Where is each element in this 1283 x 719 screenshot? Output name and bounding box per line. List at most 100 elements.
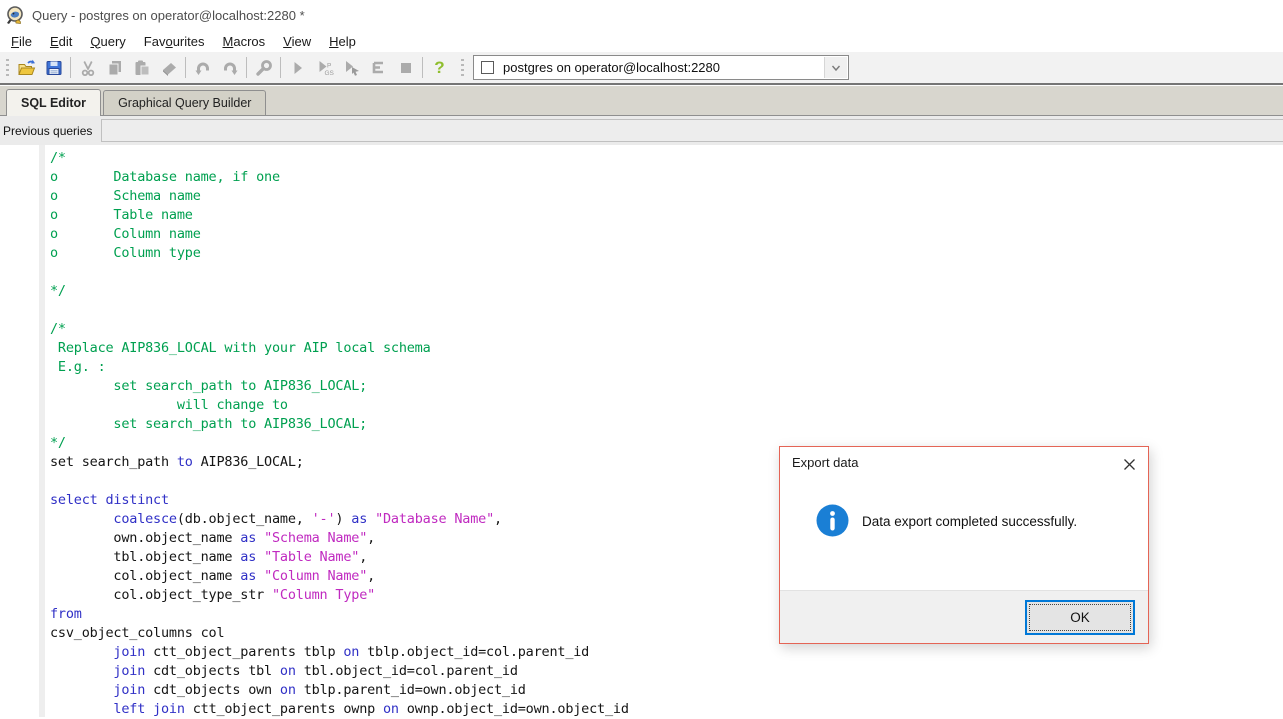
copy-icon [105,58,125,78]
code-line: select distinct [50,491,629,510]
connection-dropdown-button[interactable] [824,57,847,78]
menu-item-edit[interactable]: Edit [41,32,81,51]
code-line: set search_path to AIP836_LOCAL; [50,415,629,434]
menu-item-macros[interactable]: Macros [214,32,275,51]
cancel-query-button[interactable] [392,55,419,80]
menubar: FileEditQueryFavouritesMacrosViewHelp [0,30,1283,52]
toolbar-separator [246,57,247,78]
export-data-dialog: Export data Data export completed succes… [779,446,1149,644]
code-line: set search_path to AIP836_LOCAL; [50,377,629,396]
code-line: join cdt_objects tbl on tbl.object_id=co… [50,662,629,681]
copy-button[interactable] [101,55,128,80]
connection-checkbox-icon [481,61,494,74]
editor-margin [39,145,45,717]
clipboard-icon [132,58,152,78]
question-mark-icon: ? [434,59,444,76]
code-line: own.object_name as "Schema Name", [50,529,629,548]
play-pgs-icon: P GS [315,58,335,78]
undo-arrow-icon [193,58,213,78]
paste-button[interactable] [128,55,155,80]
code-line: /* [50,320,629,339]
menu-item-query[interactable]: Query [81,32,134,51]
magnifier-icon [254,58,274,78]
menu-item-file[interactable]: File [2,32,41,51]
previous-queries-label: Previous queries [0,124,101,138]
close-icon [1123,458,1136,471]
code-line: csv_object_columns col [50,624,629,643]
cut-button[interactable] [74,55,101,80]
help-button[interactable]: ? [426,55,453,80]
find-button[interactable] [250,55,277,80]
explain-query-button[interactable] [338,55,365,80]
code-line: */ [50,282,629,301]
dialog-footer: OK [780,590,1148,643]
code-line [50,472,629,491]
code-line: o Column type [50,244,629,263]
clear-window-button[interactable] [155,55,182,80]
pgadmin-app-icon [5,5,25,25]
tab-label: SQL Editor [21,96,86,110]
previous-queries-row: Previous queries [0,116,1283,146]
execute-pgscript-button[interactable]: P GS [311,55,338,80]
code-line: */ [50,434,629,453]
code-line: o Column name [50,225,629,244]
code-line: will change to [50,396,629,415]
toolbar-separator [70,57,71,78]
undo-button[interactable] [189,55,216,80]
toolbar-grip[interactable] [461,59,464,77]
svg-text:P: P [327,62,331,69]
code-line: col.object_name as "Column Name", [50,567,629,586]
menu-item-help[interactable]: Help [320,32,365,51]
window-titlebar: Query - postgres on operator@localhost:2… [0,0,1283,30]
code-line: Replace AIP836_LOCAL with your AIP local… [50,339,629,358]
save-button[interactable] [40,55,67,80]
ok-button[interactable]: OK [1025,600,1135,635]
tab-sql-editor[interactable]: SQL Editor [6,89,101,116]
redo-arrow-icon [220,58,240,78]
connection-value: postgres on operator@localhost:2280 [503,60,720,75]
open-file-button[interactable] [13,55,40,80]
menu-item-view[interactable]: View [274,32,320,51]
code-line: o Schema name [50,187,629,206]
code-line: from [50,605,629,624]
previous-queries-combobox[interactable] [101,119,1283,142]
execute-query-button[interactable] [284,55,311,80]
code-line: E.g. : [50,358,629,377]
play-icon [288,58,308,78]
eraser-icon [159,58,179,78]
code-area[interactable]: /*o Database name, if oneo Schema nameo … [50,149,629,719]
code-line: tbl.object_name as "Table Name", [50,548,629,567]
editor-tabbar: SQL Editor Graphical Query Builder [0,85,1283,116]
dialog-close-button[interactable] [1121,456,1137,472]
dialog-message: Data export completed successfully. [862,514,1077,529]
chevron-down-icon [830,62,842,74]
svg-text:GS: GS [324,70,334,77]
code-line [50,301,629,320]
tab-label: Graphical Query Builder [118,96,251,110]
play-pointer-icon [342,58,362,78]
connection-combobox[interactable]: postgres on operator@localhost:2280 [473,55,849,80]
dialog-title: Export data [792,455,859,470]
toolbar-grip[interactable] [6,59,9,77]
info-icon [816,504,849,537]
code-line: set search_path to AIP836_LOCAL; [50,453,629,472]
scissors-icon [78,58,98,78]
code-line [50,263,629,282]
code-line: join cdt_objects own on tblp.parent_id=o… [50,681,629,700]
code-line: o Table name [50,206,629,225]
redo-button[interactable] [216,55,243,80]
explain-analyze-button[interactable] [365,55,392,80]
floppy-icon [44,58,64,78]
toolbar: P GS ? postgres on operator@localhost:22… [0,52,1283,85]
tab-graphical-query-builder[interactable]: Graphical Query Builder [103,90,266,115]
menu-item-favourites[interactable]: Favourites [135,32,214,51]
code-line: left join ctt_object_parents ownp on own… [50,700,629,719]
code-line: /* [50,149,629,168]
stop-icon [396,58,416,78]
code-line: coalesce(db.object_name, '-') as "Databa… [50,510,629,529]
tree-icon [369,58,389,78]
toolbar-separator [185,57,186,78]
open-folder-icon [17,58,37,78]
code-line: col.object_type_str "Column Type" [50,586,629,605]
code-line: o Database name, if one [50,168,629,187]
